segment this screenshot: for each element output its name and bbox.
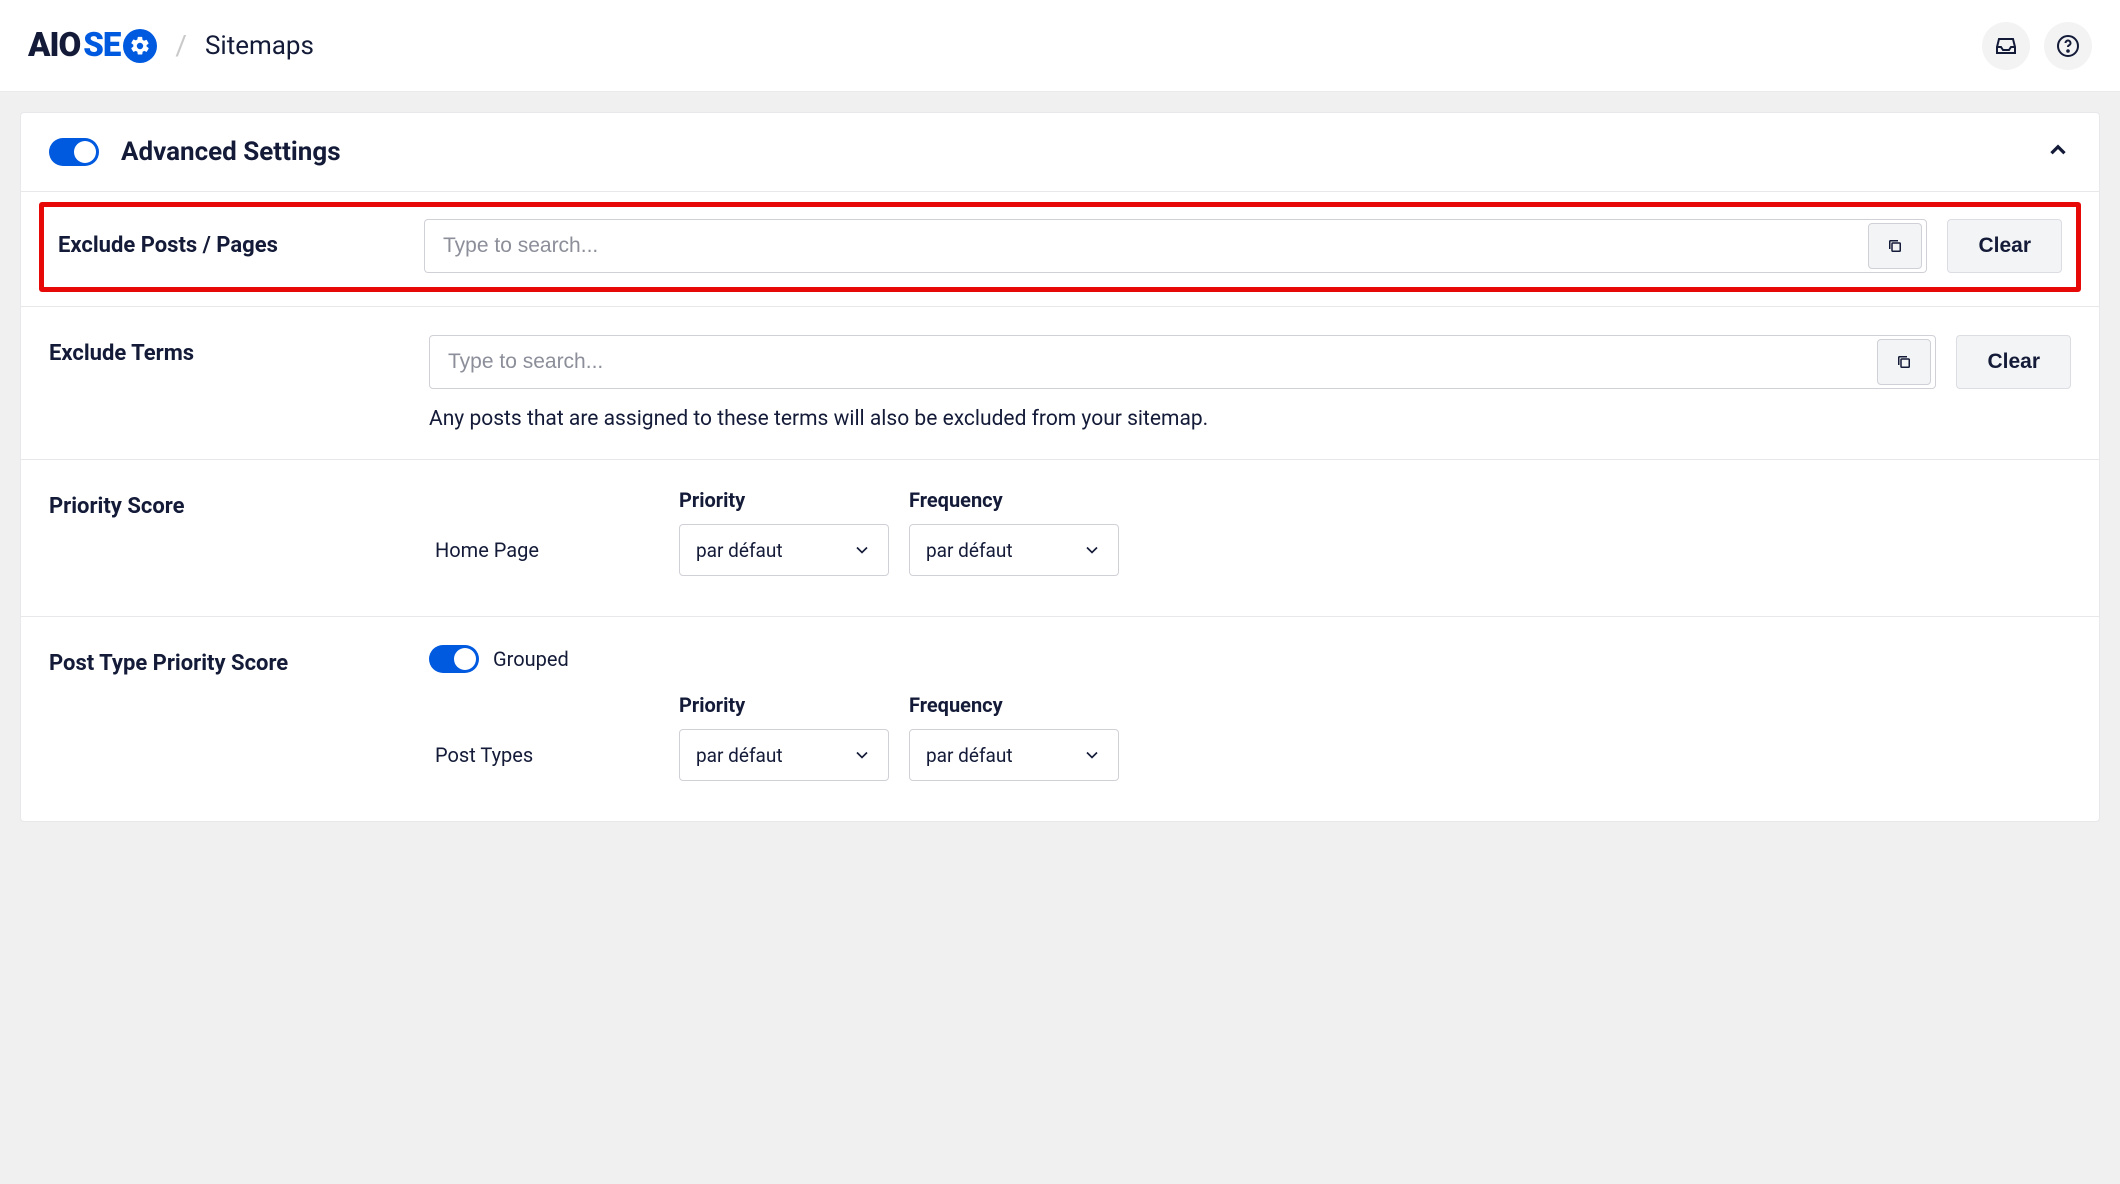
inbox-icon bbox=[1994, 34, 2018, 58]
help-icon bbox=[2056, 34, 2080, 58]
post-type-priority-label: Post Type Priority Score bbox=[49, 645, 389, 676]
chevron-up-icon bbox=[2045, 137, 2071, 163]
priority-home-page-frequency-select[interactable]: par défaut bbox=[909, 524, 1119, 576]
priority-home-page-priority-select[interactable]: par défaut bbox=[679, 524, 889, 576]
post-types-label: Post Types bbox=[429, 743, 659, 767]
breadcrumb: Sitemaps bbox=[205, 31, 314, 61]
exclude-posts-search-wrap bbox=[424, 219, 1927, 273]
priority-score-row: Priority Score Priority Frequency Home P… bbox=[21, 460, 2099, 617]
priority-col-header: Priority bbox=[679, 488, 889, 512]
exclude-posts-picker-button[interactable] bbox=[1868, 223, 1922, 269]
toggle-knob bbox=[454, 648, 476, 670]
chevron-down-icon bbox=[1082, 745, 1102, 765]
chevron-down-icon bbox=[852, 540, 872, 560]
exclude-terms-picker-button[interactable] bbox=[1877, 339, 1931, 385]
toggle-knob bbox=[74, 141, 96, 163]
post-types-row: Post Types par défaut par défaut bbox=[429, 729, 1149, 781]
frequency-col-header: Frequency bbox=[909, 488, 1119, 512]
exclude-terms-label: Exclude Terms bbox=[49, 335, 389, 366]
exclude-posts-highlight: Exclude Posts / Pages Clear bbox=[39, 202, 2081, 292]
exclude-terms-clear-button[interactable]: Clear bbox=[1956, 335, 2071, 389]
collapse-button[interactable] bbox=[2045, 137, 2071, 167]
exclude-posts-clear-button[interactable]: Clear bbox=[1947, 219, 2062, 273]
help-button[interactable] bbox=[2044, 22, 2092, 70]
chevron-down-icon bbox=[1082, 540, 1102, 560]
exclude-terms-helper: Any posts that are assigned to these ter… bbox=[429, 407, 2071, 431]
priority-score-label: Priority Score bbox=[49, 488, 389, 519]
priority-col-header: Priority bbox=[679, 693, 889, 717]
priority-home-page-row: Home Page par défaut par défaut bbox=[429, 524, 1149, 576]
exclude-terms-input[interactable] bbox=[430, 350, 1877, 374]
top-bar-left: AIOSE / Sitemaps bbox=[28, 26, 314, 65]
copy-icon bbox=[1886, 237, 1904, 255]
exclude-terms-row: Exclude Terms Clear Any posts that are a… bbox=[21, 307, 2099, 460]
logo-aio: AIO bbox=[28, 26, 80, 65]
exclude-posts-input[interactable] bbox=[425, 234, 1868, 258]
advanced-settings-card: Advanced Settings Exclude Posts / Pages bbox=[20, 112, 2100, 822]
post-types-frequency-select[interactable]: par défaut bbox=[909, 729, 1119, 781]
grouped-label: Grouped bbox=[493, 647, 569, 671]
card-header: Advanced Settings bbox=[21, 113, 2099, 192]
priority-home-page-label: Home Page bbox=[429, 538, 659, 562]
copy-icon bbox=[1895, 353, 1913, 371]
card-title: Advanced Settings bbox=[121, 137, 341, 167]
breadcrumb-separator: / bbox=[175, 29, 187, 62]
chevron-down-icon bbox=[852, 745, 872, 765]
logo-se: SE bbox=[83, 26, 120, 65]
notifications-button[interactable] bbox=[1982, 22, 2030, 70]
logo-gear-icon bbox=[123, 29, 157, 63]
top-bar-right bbox=[1982, 22, 2092, 70]
advanced-settings-toggle[interactable] bbox=[49, 138, 99, 166]
grouped-toggle[interactable] bbox=[429, 645, 479, 673]
top-bar: AIOSE / Sitemaps bbox=[0, 0, 2120, 92]
post-type-priority-row: Post Type Priority Score Grouped Priorit… bbox=[21, 617, 2099, 821]
frequency-col-header: Frequency bbox=[909, 693, 1119, 717]
exclude-posts-label: Exclude Posts / Pages bbox=[58, 219, 384, 258]
exclude-terms-search-wrap bbox=[429, 335, 1936, 389]
logo: AIOSE bbox=[28, 26, 157, 65]
post-types-priority-select[interactable]: par défaut bbox=[679, 729, 889, 781]
